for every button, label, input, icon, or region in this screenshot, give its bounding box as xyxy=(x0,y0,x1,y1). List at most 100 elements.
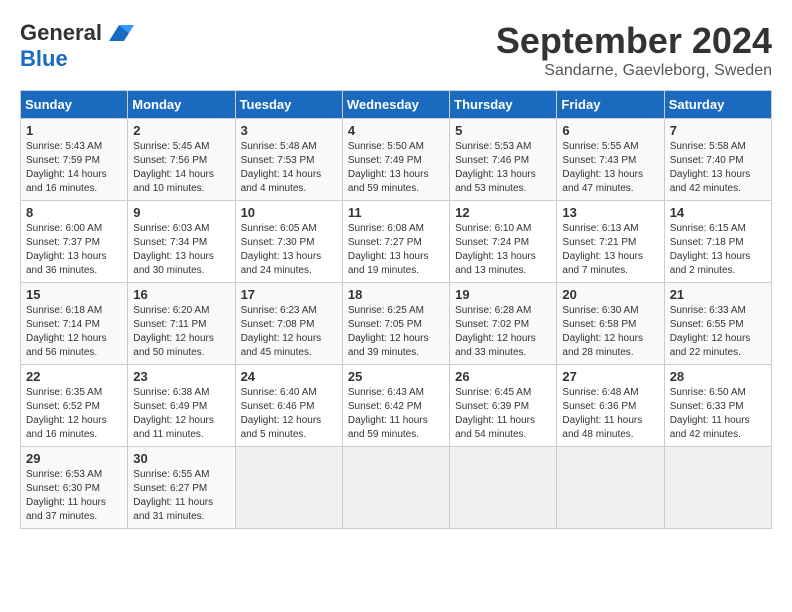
calendar-week-2: 15 Sunrise: 6:18 AM Sunset: 7:14 PM Dayli… xyxy=(21,283,772,365)
calendar-cell: 15 Sunrise: 6:18 AM Sunset: 7:14 PM Dayli… xyxy=(21,283,128,365)
day-info: Sunrise: 6:28 AM Sunset: 7:02 PM Dayligh… xyxy=(455,304,551,360)
day-number: 27 xyxy=(562,369,658,384)
calendar-cell: 6 Sunrise: 5:55 AM Sunset: 7:43 PM Daylig… xyxy=(557,119,664,201)
logo-general-text: General xyxy=(20,20,102,46)
day-info: Sunrise: 6:10 AM Sunset: 7:24 PM Dayligh… xyxy=(455,222,551,278)
day-info: Sunrise: 6:23 AM Sunset: 7:08 PM Dayligh… xyxy=(241,304,337,360)
header-cell-sunday: Sunday xyxy=(21,91,128,119)
calendar-cell xyxy=(342,447,449,529)
logo-blue-text: Blue xyxy=(20,46,68,72)
calendar-cell: 18 Sunrise: 6:25 AM Sunset: 7:05 PM Dayli… xyxy=(342,283,449,365)
day-number: 4 xyxy=(348,123,444,138)
calendar-cell: 2 Sunrise: 5:45 AM Sunset: 7:56 PM Daylig… xyxy=(128,119,235,201)
logo: General Blue xyxy=(20,20,134,72)
header-cell-saturday: Saturday xyxy=(664,91,771,119)
day-number: 1 xyxy=(26,123,122,138)
header-cell-monday: Monday xyxy=(128,91,235,119)
calendar-week-0: 1Sunrise: 5:43 AM Sunset: 7:59 PM Daylig… xyxy=(21,119,772,201)
day-info: Sunrise: 6:45 AM Sunset: 6:39 PM Dayligh… xyxy=(455,386,551,442)
day-number: 21 xyxy=(670,287,766,302)
day-info: Sunrise: 5:45 AM Sunset: 7:56 PM Dayligh… xyxy=(133,140,229,196)
day-info: Sunrise: 6:43 AM Sunset: 6:42 PM Dayligh… xyxy=(348,386,444,442)
calendar-cell: 5 Sunrise: 5:53 AM Sunset: 7:46 PM Daylig… xyxy=(450,119,557,201)
day-number: 28 xyxy=(670,369,766,384)
calendar-week-3: 22 Sunrise: 6:35 AM Sunset: 6:52 PM Dayli… xyxy=(21,365,772,447)
calendar-header: SundayMondayTuesdayWednesdayThursdayFrid… xyxy=(21,91,772,119)
day-number: 12 xyxy=(455,205,551,220)
day-number: 11 xyxy=(348,205,444,220)
calendar-cell: 23 Sunrise: 6:38 AM Sunset: 6:49 PM Dayli… xyxy=(128,365,235,447)
day-info: Sunrise: 6:25 AM Sunset: 7:05 PM Dayligh… xyxy=(348,304,444,360)
day-info: Sunrise: 6:08 AM Sunset: 7:27 PM Dayligh… xyxy=(348,222,444,278)
calendar-cell: 12 Sunrise: 6:10 AM Sunset: 7:24 PM Dayli… xyxy=(450,201,557,283)
day-number: 5 xyxy=(455,123,551,138)
day-info: Sunrise: 6:13 AM Sunset: 7:21 PM Dayligh… xyxy=(562,222,658,278)
day-number: 16 xyxy=(133,287,229,302)
logo-icon xyxy=(104,23,134,43)
calendar-cell: 27Sunrise: 6:48 AM Sunset: 6:36 PM Dayli… xyxy=(557,365,664,447)
calendar-cell: 10 Sunrise: 6:05 AM Sunset: 7:30 PM Dayli… xyxy=(235,201,342,283)
day-info: Sunrise: 6:33 AM Sunset: 6:55 PM Dayligh… xyxy=(670,304,766,360)
calendar-week-4: 29 Sunrise: 6:53 AM Sunset: 6:30 PM Dayli… xyxy=(21,447,772,529)
location-subtitle: Sandarne, Gaevleborg, Sweden xyxy=(496,62,772,80)
header-row: SundayMondayTuesdayWednesdayThursdayFrid… xyxy=(21,91,772,119)
day-info: Sunrise: 6:50 AM Sunset: 6:33 PM Dayligh… xyxy=(670,386,766,442)
calendar-cell: 21 Sunrise: 6:33 AM Sunset: 6:55 PM Dayli… xyxy=(664,283,771,365)
day-info: Sunrise: 6:18 AM Sunset: 7:14 PM Dayligh… xyxy=(26,304,122,360)
day-number: 18 xyxy=(348,287,444,302)
calendar-cell xyxy=(664,447,771,529)
day-info: Sunrise: 6:03 AM Sunset: 7:34 PM Dayligh… xyxy=(133,222,229,278)
day-number: 15 xyxy=(26,287,122,302)
calendar-cell: 7 Sunrise: 5:58 AM Sunset: 7:40 PM Daylig… xyxy=(664,119,771,201)
title-block: September 2024 Sandarne, Gaevleborg, Swe… xyxy=(496,20,772,80)
calendar-cell: 1Sunrise: 5:43 AM Sunset: 7:59 PM Daylig… xyxy=(21,119,128,201)
calendar-cell: 24Sunrise: 6:40 AM Sunset: 6:46 PM Dayli… xyxy=(235,365,342,447)
day-number: 14 xyxy=(670,205,766,220)
calendar-cell: 4 Sunrise: 5:50 AM Sunset: 7:49 PM Daylig… xyxy=(342,119,449,201)
day-info: Sunrise: 6:38 AM Sunset: 6:49 PM Dayligh… xyxy=(133,386,229,442)
calendar-cell: 28 Sunrise: 6:50 AM Sunset: 6:33 PM Dayli… xyxy=(664,365,771,447)
day-number: 25 xyxy=(348,369,444,384)
day-info: Sunrise: 6:30 AM Sunset: 6:58 PM Dayligh… xyxy=(562,304,658,360)
day-number: 19 xyxy=(455,287,551,302)
day-info: Sunrise: 5:55 AM Sunset: 7:43 PM Dayligh… xyxy=(562,140,658,196)
header-cell-tuesday: Tuesday xyxy=(235,91,342,119)
day-number: 6 xyxy=(562,123,658,138)
calendar-cell: 17 Sunrise: 6:23 AM Sunset: 7:08 PM Dayli… xyxy=(235,283,342,365)
day-number: 17 xyxy=(241,287,337,302)
day-info: Sunrise: 6:05 AM Sunset: 7:30 PM Dayligh… xyxy=(241,222,337,278)
calendar-cell: 26 Sunrise: 6:45 AM Sunset: 6:39 PM Dayli… xyxy=(450,365,557,447)
calendar-body: 1Sunrise: 5:43 AM Sunset: 7:59 PM Daylig… xyxy=(21,119,772,529)
day-number: 22 xyxy=(26,369,122,384)
day-number: 29 xyxy=(26,451,122,466)
day-info: Sunrise: 5:53 AM Sunset: 7:46 PM Dayligh… xyxy=(455,140,551,196)
day-info: Sunrise: 6:15 AM Sunset: 7:18 PM Dayligh… xyxy=(670,222,766,278)
calendar-cell: 8Sunrise: 6:00 AM Sunset: 7:37 PM Daylig… xyxy=(21,201,128,283)
calendar-cell xyxy=(235,447,342,529)
calendar-cell: 20 Sunrise: 6:30 AM Sunset: 6:58 PM Dayli… xyxy=(557,283,664,365)
day-info: Sunrise: 5:48 AM Sunset: 7:53 PM Dayligh… xyxy=(241,140,337,196)
day-info: Sunrise: 5:50 AM Sunset: 7:49 PM Dayligh… xyxy=(348,140,444,196)
day-number: 7 xyxy=(670,123,766,138)
day-number: 24 xyxy=(241,369,337,384)
calendar-cell: 13Sunrise: 6:13 AM Sunset: 7:21 PM Dayli… xyxy=(557,201,664,283)
day-number: 26 xyxy=(455,369,551,384)
month-title: September 2024 xyxy=(496,20,772,62)
calendar-cell: 16Sunrise: 6:20 AM Sunset: 7:11 PM Dayli… xyxy=(128,283,235,365)
day-info: Sunrise: 5:58 AM Sunset: 7:40 PM Dayligh… xyxy=(670,140,766,196)
calendar-cell: 30Sunrise: 6:55 AM Sunset: 6:27 PM Dayli… xyxy=(128,447,235,529)
day-info: Sunrise: 6:53 AM Sunset: 6:30 PM Dayligh… xyxy=(26,468,122,524)
day-number: 23 xyxy=(133,369,229,384)
day-number: 20 xyxy=(562,287,658,302)
header-cell-friday: Friday xyxy=(557,91,664,119)
page-header: General Blue September 2024 Sandarne, Ga… xyxy=(20,20,772,80)
calendar-cell: 29 Sunrise: 6:53 AM Sunset: 6:30 PM Dayli… xyxy=(21,447,128,529)
day-info: Sunrise: 6:00 AM Sunset: 7:37 PM Dayligh… xyxy=(26,222,122,278)
day-info: Sunrise: 6:35 AM Sunset: 6:52 PM Dayligh… xyxy=(26,386,122,442)
calendar-cell: 19 Sunrise: 6:28 AM Sunset: 7:02 PM Dayli… xyxy=(450,283,557,365)
calendar-cell: 25 Sunrise: 6:43 AM Sunset: 6:42 PM Dayli… xyxy=(342,365,449,447)
day-number: 2 xyxy=(133,123,229,138)
day-number: 10 xyxy=(241,205,337,220)
calendar-cell: 11 Sunrise: 6:08 AM Sunset: 7:27 PM Dayli… xyxy=(342,201,449,283)
calendar-cell xyxy=(450,447,557,529)
